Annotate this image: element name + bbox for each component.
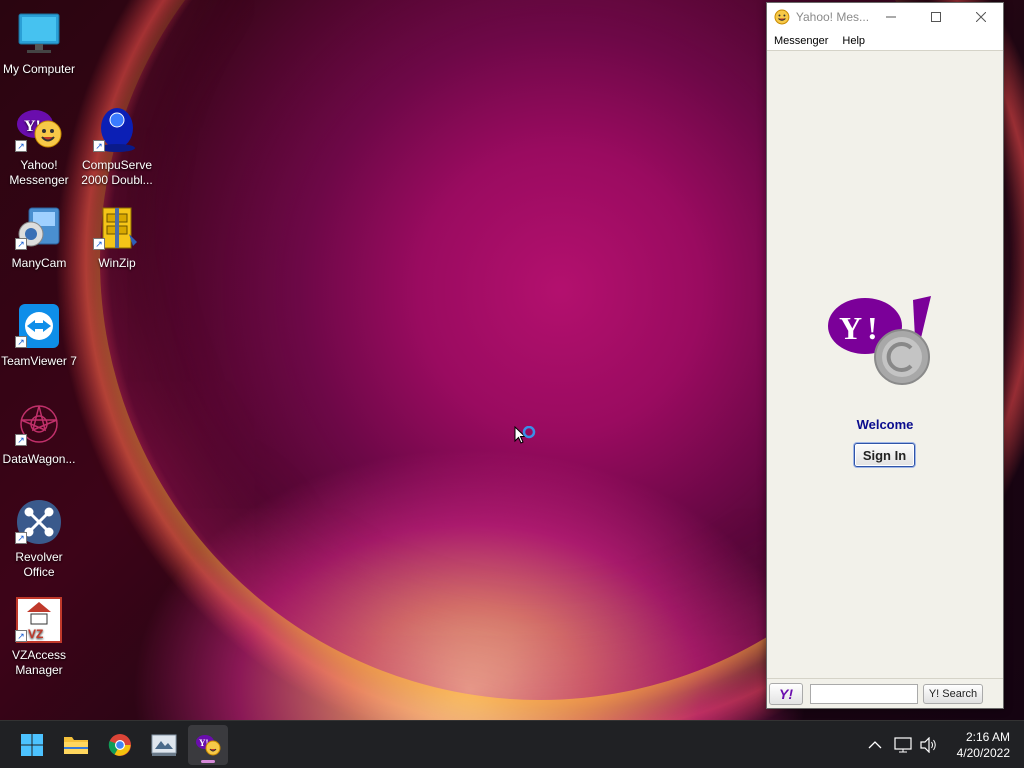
desktop-icon-winzip[interactable]: ↗ WinZip	[78, 204, 156, 271]
desktop-icon-label: CompuServe 2000 Doubl...	[81, 158, 153, 187]
window-title: Yahoo! Mes...	[795, 10, 870, 24]
search-input[interactable]	[810, 683, 918, 704]
shortcut-arrow-icon: ↗	[15, 532, 27, 544]
busy-cursor-icon	[514, 425, 540, 453]
maximize-button[interactable]	[914, 3, 959, 31]
desktop-icon-yahoo-messenger[interactable]: Y! ↗ Yahoo! Messenger	[0, 106, 78, 188]
desktop-icon-label: DataWagon...	[2, 452, 76, 466]
windows-start-icon	[21, 734, 43, 756]
desktop-icon-vzaccess-manager[interactable]: VZ ↗ VZAccess Manager	[0, 596, 78, 678]
folder-icon	[64, 737, 88, 754]
taskbar: Y! 2:16 AM 4/20/2022	[0, 720, 1024, 768]
welcome-text: Welcome	[856, 417, 914, 432]
desktop-icon-label: Yahoo! Messenger	[9, 158, 69, 187]
shortcut-arrow-icon: ↗	[15, 336, 27, 348]
start-button[interactable]	[12, 725, 52, 765]
svg-text:VZ: VZ	[28, 627, 43, 641]
shortcut-arrow-icon: ↗	[15, 630, 27, 642]
shortcut-arrow-icon: ↗	[93, 140, 105, 152]
shortcut-arrow-icon: ↗	[15, 434, 27, 446]
teamviewer-icon: ↗	[15, 302, 63, 350]
yahoo-logo-icon: Y !	[828, 296, 931, 385]
chrome-icon	[108, 734, 131, 756]
manycam-icon: ↗	[15, 204, 63, 252]
shortcut-arrow-icon: ↗	[15, 140, 27, 152]
yahoo-button[interactable]: Y!	[769, 682, 803, 705]
taskbar-file-explorer[interactable]	[56, 725, 96, 765]
clock-date: 4/20/2022	[956, 746, 1010, 760]
search-bar: Y! Y! Search	[767, 678, 1003, 708]
svg-text:Y: Y	[839, 310, 862, 346]
shortcut-arrow-icon: ↗	[15, 238, 27, 250]
revolver-office-icon: ↗	[15, 498, 63, 546]
menu-help[interactable]: Help	[835, 35, 872, 47]
yahoo-messenger-icon: Y! ↗	[15, 106, 63, 154]
vzaccess-icon: VZ ↗	[15, 596, 63, 644]
winzip-icon: ↗	[93, 204, 141, 252]
svg-text:!: !	[867, 310, 878, 346]
title-bar[interactable]: Yahoo! Mes...	[767, 3, 1003, 31]
messenger-window[interactable]: Yahoo! Mes... Messenger Help Y ! Welcome…	[766, 2, 1004, 709]
chevron-up-icon[interactable]	[868, 740, 882, 750]
shortcut-arrow-icon: ↗	[93, 238, 105, 250]
monitor-icon	[15, 10, 63, 58]
smiley-icon	[774, 9, 790, 25]
system-tray	[868, 721, 938, 768]
desktop-icon-compuserve[interactable]: ↗ CompuServe 2000 Doubl...	[78, 106, 156, 188]
minimize-button[interactable]	[869, 3, 914, 31]
taskbar-app-window[interactable]	[144, 725, 184, 765]
menu-bar: Messenger Help	[767, 31, 1003, 51]
clock-time: 2:16 AM	[965, 730, 1010, 744]
yahoo-messenger-icon: Y!	[196, 735, 221, 756]
clock[interactable]: 2:16 AM 4/20/2022	[957, 729, 1010, 761]
compuserve-icon: ↗	[93, 106, 141, 154]
desktop-icon-teamviewer[interactable]: ↗ TeamViewer 7	[0, 302, 78, 369]
desktop-icon-manycam[interactable]: ↗ ManyCam	[0, 204, 78, 271]
volume-icon[interactable]	[920, 737, 938, 753]
taskbar-chrome[interactable]	[100, 725, 140, 765]
maximize-icon	[931, 12, 942, 22]
desktop-icon-label: My Computer	[2, 62, 76, 76]
desktop-icon-label: WinZip	[98, 256, 136, 270]
minimize-icon	[886, 16, 897, 18]
desktop-icon-label: ManyCam	[11, 256, 67, 270]
desktop-icon-label: Revolver Office	[15, 550, 63, 579]
desktop-icon-label: TeamViewer 7	[1, 354, 77, 368]
search-button[interactable]: Y! Search	[923, 683, 983, 704]
datawagon-icon: ↗	[15, 400, 63, 448]
active-indicator	[201, 760, 215, 763]
desktop-icon-datawagon[interactable]: ↗ DataWagon...	[0, 400, 78, 467]
desktop-icon-label: VZAccess Manager	[11, 648, 66, 677]
messenger-body: Y ! Welcome Sign In	[767, 51, 1003, 678]
sign-in-button[interactable]: Sign In	[854, 443, 915, 467]
desktop-icon-my-computer[interactable]: My Computer	[0, 10, 78, 77]
taskbar-yahoo-messenger[interactable]: Y!	[188, 725, 228, 765]
network-icon[interactable]	[894, 737, 912, 753]
close-icon	[975, 12, 986, 22]
menu-messenger[interactable]: Messenger	[767, 35, 835, 47]
desktop-icon-revolver-office[interactable]: ↗ Revolver Office	[0, 498, 78, 580]
close-button[interactable]	[958, 3, 1003, 31]
app-window-icon	[151, 734, 177, 756]
